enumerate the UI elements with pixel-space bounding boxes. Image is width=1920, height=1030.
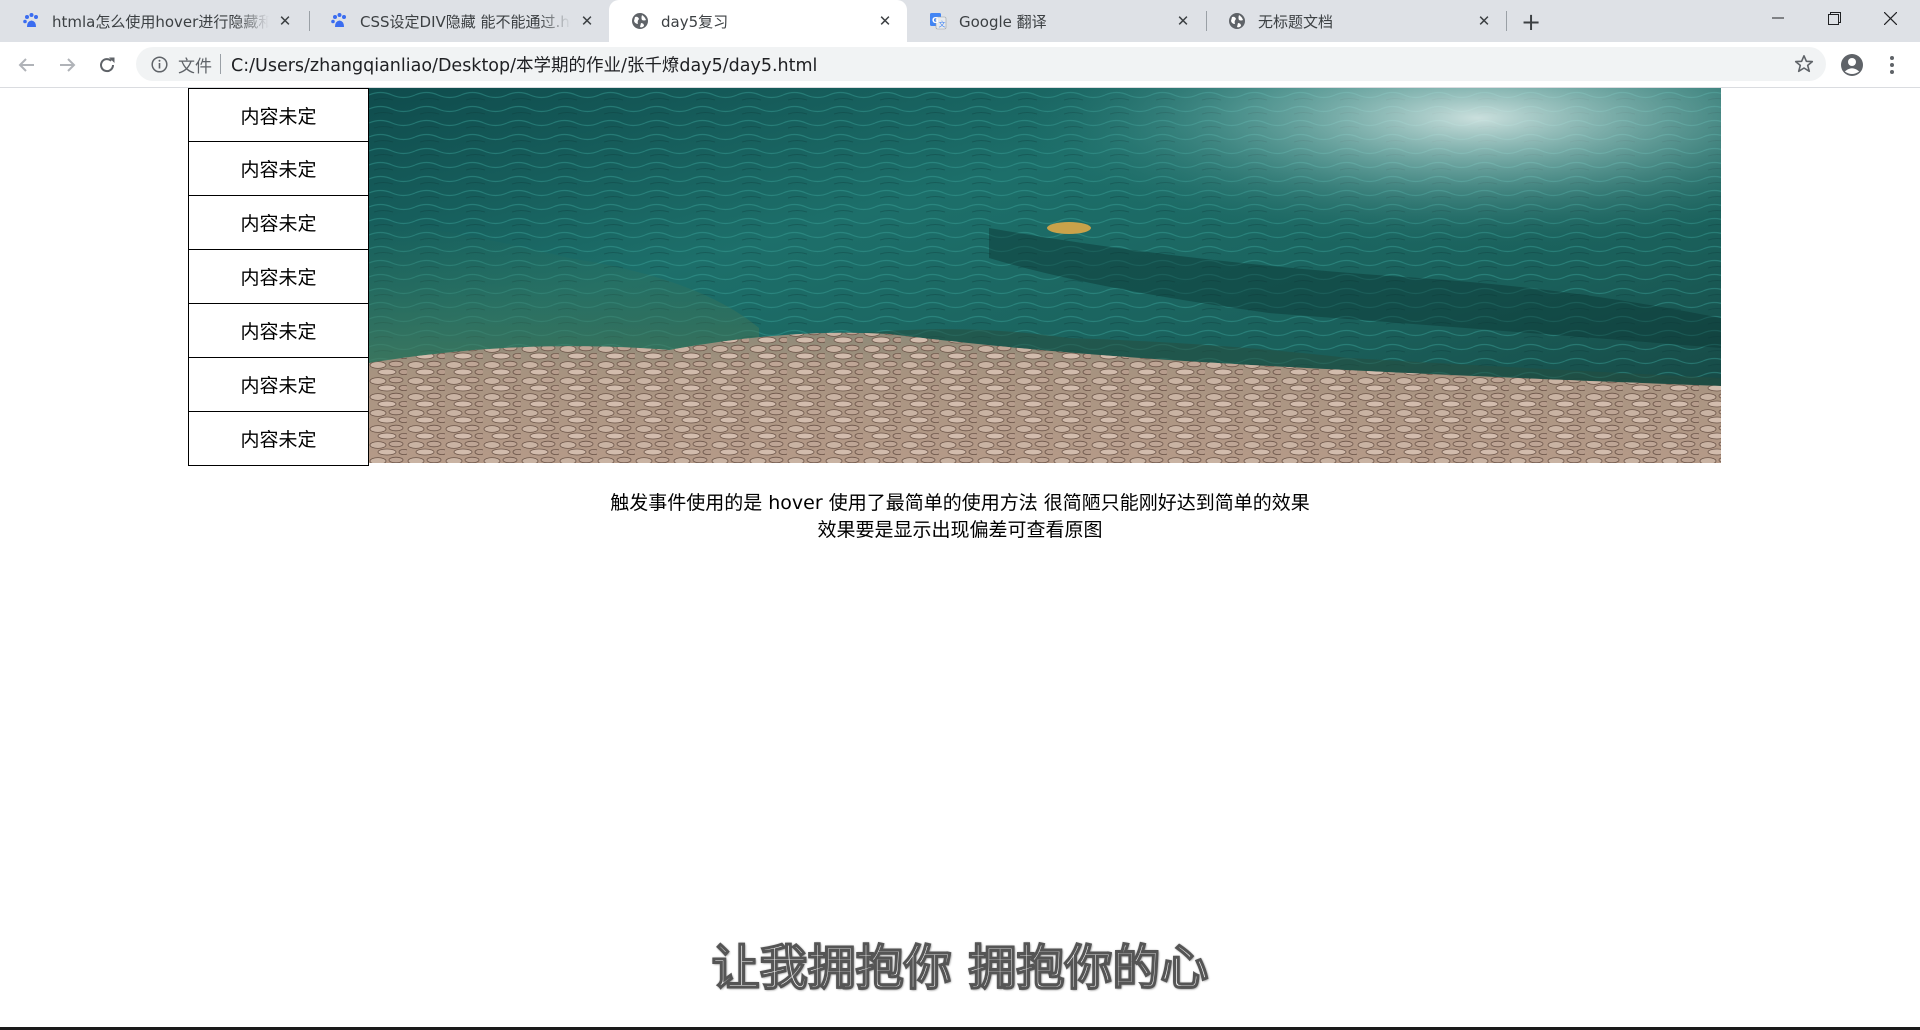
tab-title: 无标题文档 <box>1258 12 1334 31</box>
google-translate-icon: G 文 <box>929 12 947 30</box>
menu-item[interactable]: 内容未定 <box>188 142 369 196</box>
tab-day5-review[interactable]: day5复习 ✕ <box>609 0 907 42</box>
url-text[interactable]: C:/Users/zhangqianliao/Desktop/本学期的作业/张千… <box>231 52 817 77</box>
baidu-paw-icon <box>22 12 40 30</box>
hover-menu: 内容未定 内容未定 内容未定 内容未定 内容未定 内容未定 内容未定 <box>188 88 369 466</box>
globe-icon <box>631 12 649 30</box>
window-close-icon[interactable] <box>1862 0 1918 36</box>
menu-item[interactable]: 内容未定 <box>188 358 369 412</box>
svg-text:文: 文 <box>939 20 946 29</box>
caption-line: 效果要是显示出现偏差可查看原图 <box>817 519 1103 541</box>
close-icon[interactable]: ✕ <box>577 11 597 31</box>
close-icon[interactable]: ✕ <box>275 11 295 31</box>
tab-baidu-hover[interactable]: htmla怎么使用hover进行隐藏和显示 ✕ <box>0 0 307 42</box>
baidu-paw-icon <box>330 12 348 30</box>
tab-title: day5复习 <box>661 12 729 31</box>
close-icon[interactable]: ✕ <box>875 11 895 31</box>
close-icon[interactable]: ✕ <box>1474 11 1494 31</box>
reload-icon[interactable] <box>91 49 123 81</box>
tab-title: Google 翻译 <box>959 12 1047 31</box>
tab-title: htmla怎么使用hover进行隐藏和显示 <box>52 12 269 31</box>
account-avatar-icon[interactable] <box>1836 49 1868 81</box>
minimize-icon[interactable] <box>1750 0 1806 36</box>
tab-divider <box>1506 11 1507 31</box>
more-menu-icon[interactable] <box>1876 49 1908 81</box>
menu-item[interactable]: 内容未定 <box>188 412 369 466</box>
globe-icon <box>1228 12 1246 30</box>
caption-line: 触发事件使用的是 hover 使用了最简单的使用方法 很简陋只能刚好达到简单的效… <box>610 492 1310 514</box>
page-viewport: 内容未定 内容未定 内容未定 内容未定 内容未定 内容未定 内容未定 触发事件使… <box>0 88 1920 1030</box>
security-chip[interactable]: 文件 <box>178 52 212 77</box>
video-subtitle: 让我拥抱你 拥抱你的心 <box>711 939 1209 997</box>
menu-item[interactable]: 内容未定 <box>188 88 369 142</box>
menu-item[interactable]: 内容未定 <box>188 196 369 250</box>
tab-strip: htmla怎么使用hover进行隐藏和显示 ✕ CSS设定DIV隐藏 能不能通过… <box>0 0 1920 42</box>
back-arrow-icon[interactable] <box>11 49 43 81</box>
bookmark-star-icon[interactable] <box>1794 54 1814 74</box>
address-bar[interactable]: 文件 C:/Users/zhangqianliao/Desktop/本学期的作业… <box>136 47 1826 81</box>
info-icon[interactable] <box>150 55 168 73</box>
new-tab-button[interactable]: + <box>1516 7 1546 37</box>
forward-arrow-icon[interactable] <box>51 49 83 81</box>
close-icon[interactable]: ✕ <box>1173 11 1193 31</box>
menu-item[interactable]: 内容未定 <box>188 304 369 358</box>
menu-item[interactable]: 内容未定 <box>188 250 369 304</box>
tab-baidu-css[interactable]: CSS设定DIV隐藏 能不能通过.hover ✕ <box>308 0 609 42</box>
address-divider <box>220 54 221 74</box>
browser-window: htmla怎么使用hover进行隐藏和显示 ✕ CSS设定DIV隐藏 能不能通过… <box>0 0 1920 1030</box>
browser-toolbar: 文件 C:/Users/zhangqianliao/Desktop/本学期的作业… <box>0 42 1920 88</box>
tab-google-translate[interactable]: G 文 Google 翻译 ✕ <box>907 0 1205 42</box>
tab-title: CSS设定DIV隐藏 能不能通过.hover <box>360 12 571 31</box>
page-caption: 触发事件使用的是 hover 使用了最简单的使用方法 很简陋只能刚好达到简单的效… <box>0 490 1920 544</box>
restore-icon[interactable] <box>1806 0 1862 36</box>
tab-untitled-document[interactable]: 无标题文档 ✕ <box>1206 0 1506 42</box>
lake-shore-photo <box>369 88 1721 463</box>
